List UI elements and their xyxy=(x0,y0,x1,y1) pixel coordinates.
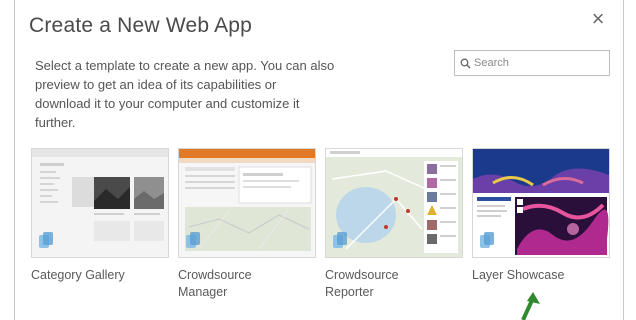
template-card-crowdsource-manager[interactable]: Crowdsource Manager xyxy=(178,148,316,301)
search-field[interactable] xyxy=(454,50,610,76)
dialog-description: Select a template to create a new app. Y… xyxy=(35,58,335,130)
search-icon xyxy=(460,58,471,68)
close-icon[interactable]: × xyxy=(587,8,609,30)
arrow-up-icon xyxy=(521,292,540,320)
app-badge-icon xyxy=(39,232,53,248)
search-input[interactable] xyxy=(474,57,594,69)
app-badge-icon xyxy=(480,232,494,248)
template-label[interactable]: Crowdsource Manager xyxy=(178,267,298,301)
template-thumbnail-crowdsource-manager[interactable] xyxy=(178,148,316,258)
app-badge-icon xyxy=(186,232,200,248)
template-label[interactable]: Crowdsource Reporter xyxy=(325,267,445,301)
template-card-category-gallery[interactable]: Category Gallery xyxy=(31,148,169,284)
app-badge-icon xyxy=(333,232,347,248)
template-label[interactable]: Category Gallery xyxy=(31,267,151,284)
template-thumbnail-crowdsource-reporter[interactable] xyxy=(325,148,463,258)
template-card-layer-showcase[interactable]: Layer Showcase xyxy=(472,148,610,284)
dialog-title: Create a New Web App xyxy=(29,14,253,37)
template-label[interactable]: Layer Showcase xyxy=(472,267,592,284)
template-thumbnail-category-gallery[interactable] xyxy=(31,148,169,258)
template-card-crowdsource-reporter[interactable]: Crowdsource Reporter xyxy=(325,148,463,301)
template-thumbnail-layer-showcase[interactable] xyxy=(472,148,610,258)
create-web-app-dialog: Create a New Web App × Select a template… xyxy=(14,0,624,320)
